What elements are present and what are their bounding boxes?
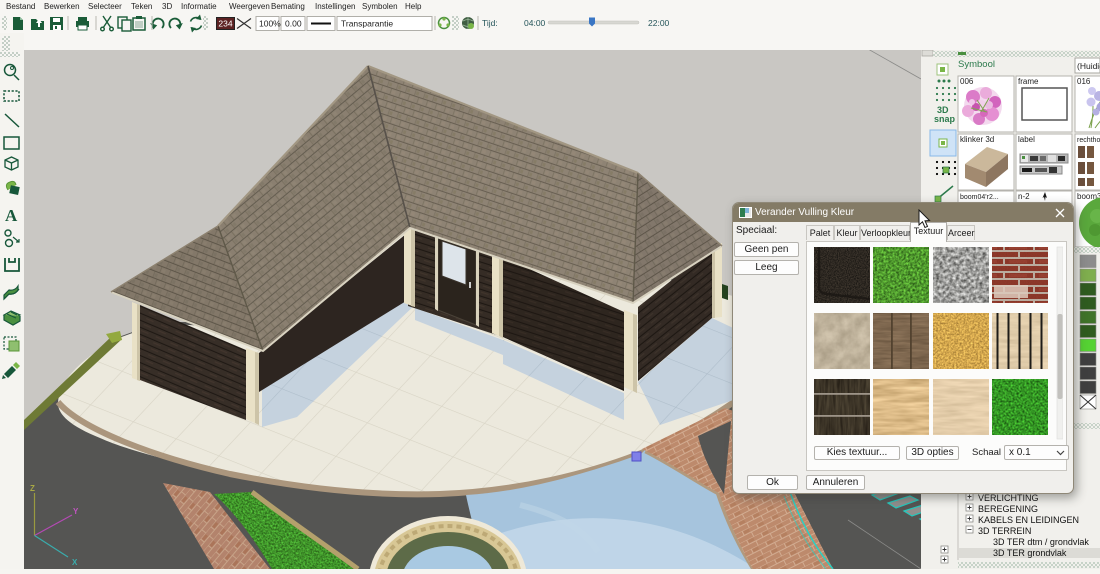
svg-text:klinker 3d: klinker 3d (960, 135, 994, 144)
svg-text:3D TER grondvlak: 3D TER grondvlak (993, 548, 1067, 558)
svg-text:rechtho...: rechtho... (1077, 137, 1100, 144)
svg-text:n-2: n-2 (1018, 192, 1030, 201)
svg-text:X: X (72, 558, 78, 567)
svg-text:3D TERREIN: 3D TERREIN (978, 526, 1031, 536)
svg-text:snap: snap (934, 114, 956, 124)
svg-text:22:00: 22:00 (648, 18, 670, 28)
svg-text:KABELS EN LEIDINGEN: KABELS EN LEIDINGEN (978, 515, 1079, 525)
svg-text:Z: Z (30, 484, 35, 493)
svg-text:label: label (1018, 135, 1035, 144)
svg-text:3D TER dtm / grondvlak: 3D TER dtm / grondvlak (993, 537, 1089, 547)
svg-text:frame: frame (1018, 77, 1039, 86)
svg-text:234: 234 (218, 19, 232, 29)
svg-text:006: 006 (960, 77, 974, 86)
svg-text:boom04'r2...: boom04'r2... (960, 194, 999, 201)
svg-text:Transparantie: Transparantie (341, 19, 393, 29)
svg-text:A: A (5, 206, 18, 225)
svg-text:016: 016 (1077, 77, 1091, 86)
svg-text:Tijd:: Tijd: (482, 18, 498, 28)
svg-text:100%: 100% (259, 19, 281, 29)
svg-text:04:00: 04:00 (524, 18, 546, 28)
svg-text:BEREGENING: BEREGENING (978, 504, 1038, 514)
svg-text:Symbool: Symbool (958, 59, 995, 70)
svg-text:(Huidig: (Huidig (1077, 61, 1100, 71)
svg-text:Y: Y (73, 507, 79, 516)
svg-text:0.00: 0.00 (285, 19, 302, 29)
